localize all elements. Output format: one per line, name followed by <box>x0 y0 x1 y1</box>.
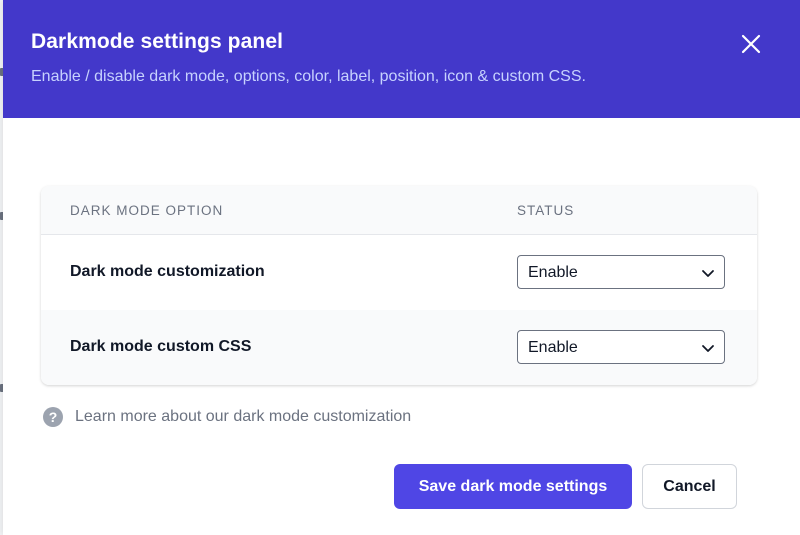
save-button[interactable]: Save dark mode settings <box>394 464 632 509</box>
column-header-status: STATUS <box>517 203 575 218</box>
panel-subtitle: Enable / disable dark mode, options, col… <box>31 68 586 85</box>
status-select[interactable]: Enable <box>517 255 725 289</box>
status-select-value: Enable <box>528 264 578 281</box>
close-icon <box>741 34 761 54</box>
settings-panel: Darkmode settings panel Enable / disable… <box>3 0 800 535</box>
chevron-down-icon <box>702 345 714 352</box>
status-select-value: Enable <box>528 339 578 356</box>
cancel-button[interactable]: Cancel <box>642 464 737 509</box>
table-row: Dark mode custom CSS Enable <box>41 310 757 385</box>
chevron-down-icon <box>702 270 714 277</box>
page: Darkmode settings panel Enable / disable… <box>0 0 800 535</box>
option-label: Dark mode customization <box>70 263 265 280</box>
panel-title: Darkmode settings panel <box>31 30 284 53</box>
option-label: Dark mode custom CSS <box>70 338 252 355</box>
question-circle-icon: ? <box>43 407 63 427</box>
help-link[interactable]: ? Learn more about our dark mode customi… <box>43 406 411 428</box>
help-text: Learn more about our dark mode customiza… <box>75 408 412 425</box>
table-row: Dark mode customization Enable <box>41 235 757 310</box>
column-header-option: DARK MODE OPTION <box>70 203 224 218</box>
table-header: DARK MODE OPTION STATUS <box>41 186 757 235</box>
panel-header: Darkmode settings panel Enable / disable… <box>3 0 800 118</box>
status-select[interactable]: Enable <box>517 330 725 364</box>
options-table: DARK MODE OPTION STATUS Dark mode custom… <box>41 186 757 385</box>
close-button[interactable] <box>737 30 765 58</box>
